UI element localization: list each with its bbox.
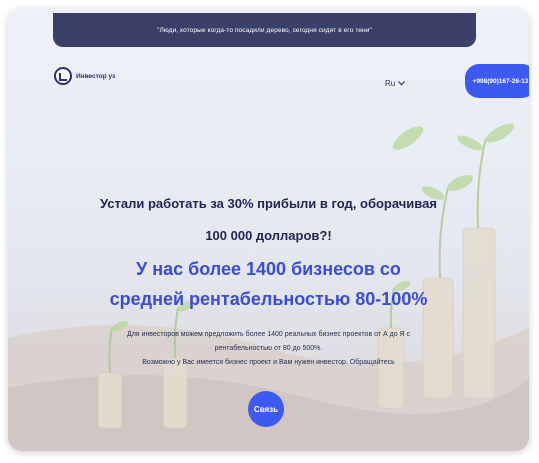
language-label: Ru	[385, 79, 396, 88]
hero-subtitle: Устали работать за 30% прибыли в год, об…	[100, 196, 437, 243]
site-header: Инвестор уз Ru +998(90)167-26-13	[8, 60, 529, 100]
description-paragraph-1: Для инвесторов можем предложить более 14…	[126, 331, 411, 352]
landing-page: "Люди, которые когда-то посадили дерево,…	[8, 8, 529, 451]
quote-banner: "Люди, которые когда-то посадили дерево,…	[53, 13, 476, 47]
language-selector[interactable]: Ru	[385, 79, 406, 88]
quote-text: "Люди, которые когда-то посадили дерево,…	[157, 26, 372, 34]
hero-description: Для инвесторов можем предложить более 14…	[108, 328, 429, 370]
description-paragraph-2: Возможно у Вас имеется бизнес проект и В…	[142, 359, 395, 366]
hero-title: У нас более 1400 бизнесов со средней рен…	[109, 259, 428, 309]
logo-text: Инвестор уз	[76, 72, 116, 80]
contact-button[interactable]: Связь	[248, 391, 284, 427]
logo-icon	[54, 67, 72, 85]
logo[interactable]: Инвестор уз	[54, 67, 115, 85]
chevron-down-icon	[398, 81, 406, 86]
phone-button[interactable]: +998(90)167-26-13	[465, 64, 529, 98]
